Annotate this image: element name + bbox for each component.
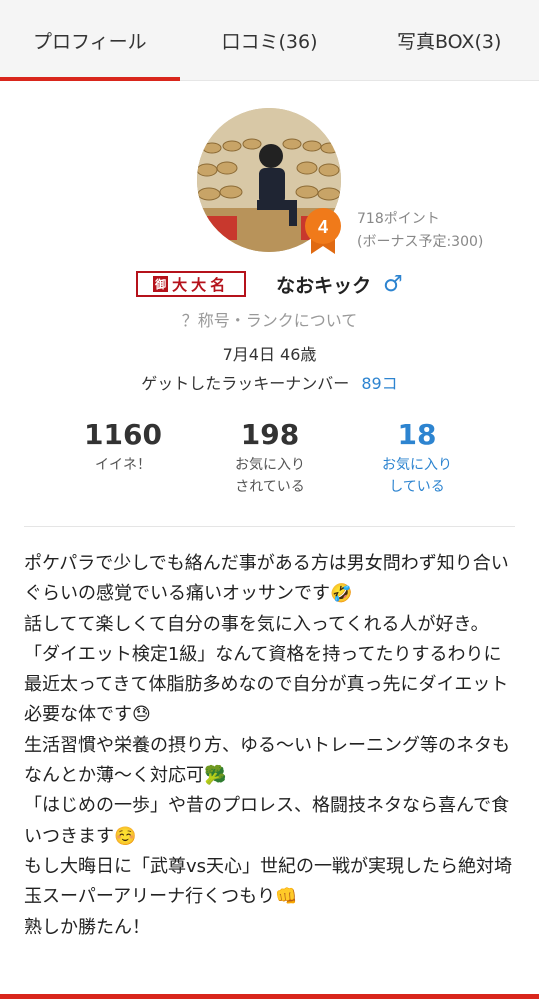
profile-bio: ポケパラで少しでも絡んだ事がある方は男女問わず知り合いぐらいの感覚でいる痛いオッ… <box>24 553 513 938</box>
tab-reviews[interactable]: 口コミ(36) <box>180 0 360 80</box>
birthday-age: 7月4日 46歳 <box>222 345 317 364</box>
stats-row: 1160 イイネ！ 198 お気に入り されている 18 お気に入り している <box>50 418 490 498</box>
favorited-by-stat: 198 お気に入り されている <box>197 418 343 498</box>
rank-help-link[interactable]: ？称号・ランクについて <box>0 307 539 331</box>
tab-photo-box[interactable]: 写真BOX(3) <box>359 0 539 80</box>
points-value: 718ポイント <box>357 211 440 227</box>
name-row: 御 大大名 なおキック ♂ <box>0 268 539 300</box>
points-info: 718ポイント (ボーナス予定:300) <box>357 208 483 254</box>
lucky-number-row: ゲットしたラッキーナンバー 89コ <box>0 370 539 394</box>
likes-label: イイネ！ <box>95 457 151 473</box>
favorites-count[interactable]: 18 <box>344 418 490 452</box>
svg-text:4: 4 <box>318 217 328 237</box>
username: なおキック <box>276 274 372 297</box>
favorited-by-count: 198 <box>240 418 300 451</box>
bottom-accent-bar <box>0 994 539 999</box>
tab-profile[interactable]: プロフィール <box>0 0 180 81</box>
favorites-stat[interactable]: 18 お気に入り している <box>344 418 490 498</box>
title-badge: 御 大大名 <box>136 271 247 297</box>
favorited-by-label: お気に入り されている <box>235 457 305 495</box>
divider <box>24 526 515 527</box>
lucky-number-label: ゲットしたラッキーナンバー <box>141 374 350 393</box>
lucky-number-count[interactable]: 89コ <box>361 374 397 393</box>
level-badge: 4 <box>303 206 343 256</box>
title-mark: 御 <box>153 276 169 292</box>
favorites-label[interactable]: お気に入り している <box>344 454 490 498</box>
title-text: 大大名 <box>172 275 230 294</box>
tab-bar: プロフィール 口コミ(36) 写真BOX(3) <box>0 0 539 81</box>
bonus-points: (ボーナス予定:300) <box>357 234 484 250</box>
likes-stat: 1160 イイネ！ <box>50 418 196 498</box>
male-icon: ♂ <box>383 271 403 297</box>
likes-count: 1160 <box>84 418 162 451</box>
